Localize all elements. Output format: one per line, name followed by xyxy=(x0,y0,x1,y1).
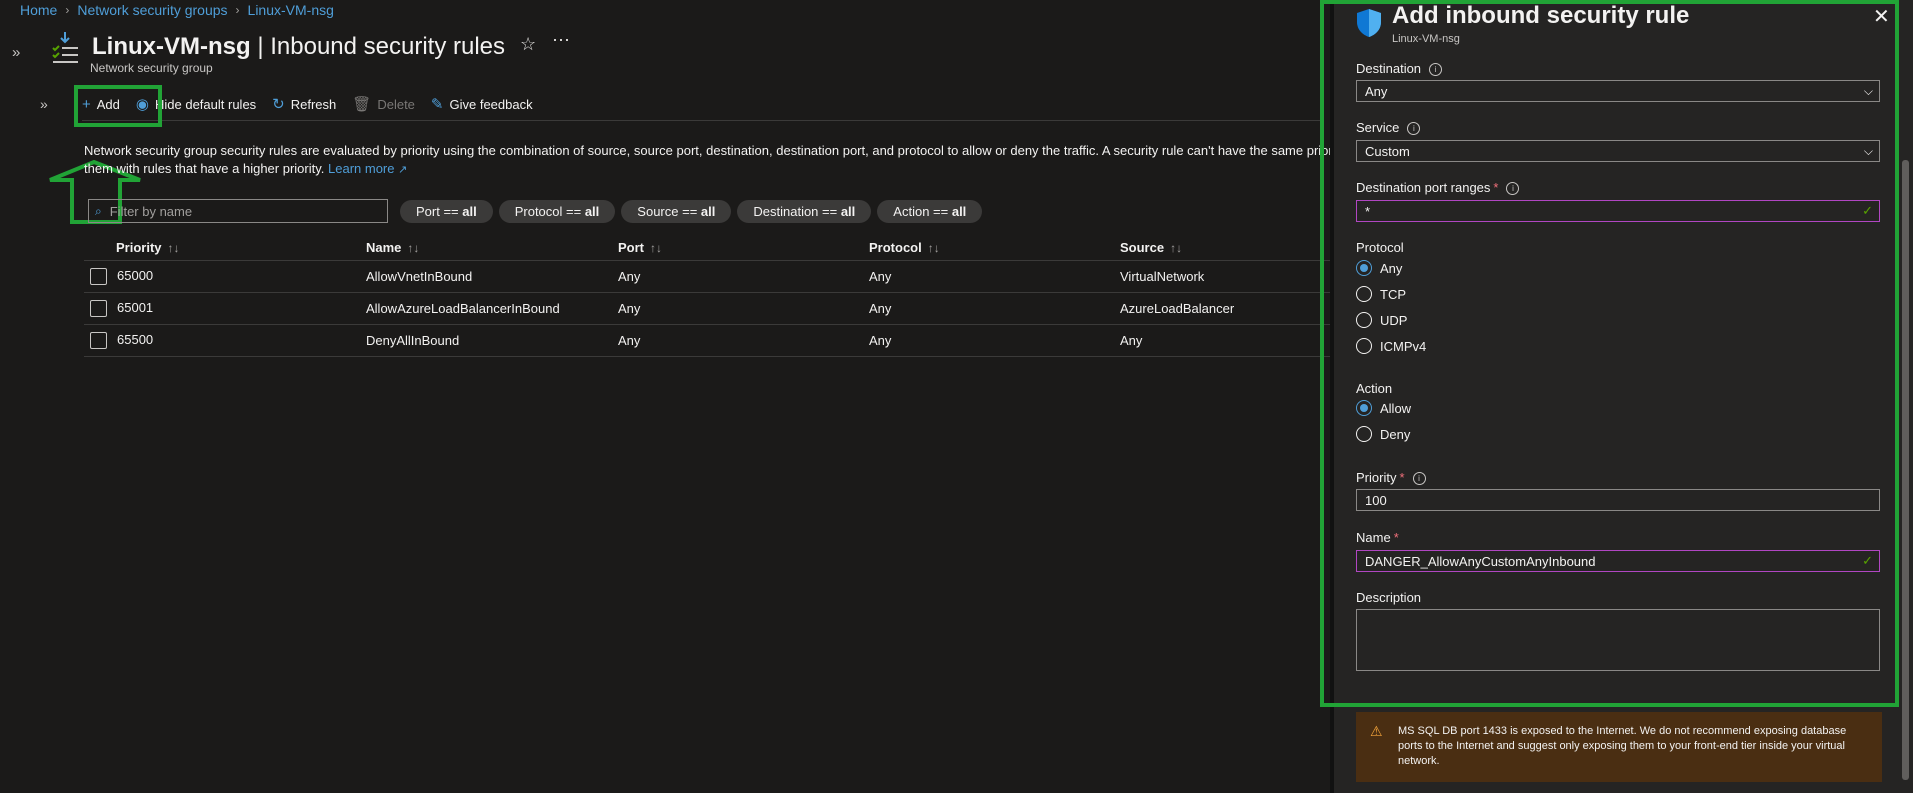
nsg-resource-icon xyxy=(52,32,78,63)
chevron-right-icon: › xyxy=(235,3,240,17)
cell-port: Any xyxy=(618,292,869,325)
breadcrumb-nsg-list[interactable]: Network security groups xyxy=(77,2,227,18)
source-filter-pill[interactable]: Source == all xyxy=(621,199,732,223)
cell-name: AllowAzureLoadBalancerInBound xyxy=(366,292,618,325)
warning-icon: ⚠ xyxy=(1370,723,1383,739)
table-header-row: Priority ↑↓ Name ↑↓ Port ↑↓ Protocol ↑↓ Sour… xyxy=(84,234,1330,261)
sort-icon: ↑↓ xyxy=(927,240,940,255)
column-header-protocol[interactable]: Protocol ↑↓ xyxy=(869,234,1120,261)
panel-scrollbar[interactable] xyxy=(1902,160,1909,780)
action-filter-pill[interactable]: Action == all xyxy=(877,199,983,223)
expand-menu-icon[interactable]: » xyxy=(12,44,20,61)
toolbar-divider xyxy=(82,120,1322,121)
row-checkbox[interactable] xyxy=(90,268,107,286)
warning-banner: ⚠ MS SQL DB port 1433 is exposed to the … xyxy=(1356,712,1882,782)
rules-table: Priority ↑↓ Name ↑↓ Port ↑↓ Protocol ↑↓ Sour… xyxy=(84,234,1330,357)
cell-protocol: Any xyxy=(869,324,1120,357)
hide-default-rules-label: Hide default rules xyxy=(155,96,257,112)
rules-description: Network security group security rules ar… xyxy=(84,142,1334,179)
add-button-highlight xyxy=(74,85,162,127)
filter-bar: ⌕ Port == all Protocol == all Source == … xyxy=(88,199,983,223)
cell-port: Any xyxy=(618,324,869,357)
learn-more-link[interactable]: Learn more xyxy=(328,161,394,176)
delete-label: Delete xyxy=(377,96,415,112)
give-feedback-label: Give feedback xyxy=(449,96,533,112)
table-row[interactable]: 65001 AllowAzureLoadBalancerInBound Any … xyxy=(84,292,1330,325)
warning-text: MS SQL DB port 1433 is exposed to the In… xyxy=(1398,725,1847,767)
row-checkbox[interactable] xyxy=(90,300,107,318)
cell-priority: 65500 xyxy=(117,331,154,347)
cell-protocol: Any xyxy=(869,260,1120,293)
sort-icon: ↑↓ xyxy=(407,240,420,255)
cell-source: AzureLoadBalancer xyxy=(1120,292,1330,325)
cell-source: Any xyxy=(1120,324,1330,357)
breadcrumb: Home › Network security groups › Linux-V… xyxy=(20,2,334,18)
give-feedback-button[interactable]: ✎ Give feedback xyxy=(431,95,533,113)
sort-icon: ↑↓ xyxy=(650,240,662,255)
breadcrumb-nsg[interactable]: Linux-VM-nsg xyxy=(248,2,334,18)
column-header-port[interactable]: Port ↑↓ xyxy=(618,234,869,261)
trash-icon: 🗑 xyxy=(352,96,372,113)
chevron-right-icon: › xyxy=(65,3,70,17)
favorite-star-icon[interactable]: ☆ xyxy=(520,34,536,55)
page-subtitle: Network security group xyxy=(90,61,213,75)
more-options-icon[interactable]: ⋯ xyxy=(552,30,570,51)
cell-priority: 65001 xyxy=(117,299,154,315)
cell-name: DenyAllInBound xyxy=(366,324,618,357)
delete-button[interactable]: 🗑 Delete xyxy=(352,95,415,113)
panel-highlight xyxy=(1320,0,1899,707)
column-header-priority[interactable]: Priority ↑↓ xyxy=(84,234,366,261)
filter-by-name-input[interactable] xyxy=(107,202,362,220)
refresh-label: Refresh xyxy=(290,96,337,112)
cell-source: VirtualNetwork xyxy=(1120,260,1330,293)
port-filter-pill[interactable]: Port == all xyxy=(400,199,493,223)
description-line-2: them with rules that have a higher prior… xyxy=(84,161,408,176)
page-header: Linux-VM-nsg | Inbound security rules xyxy=(50,30,505,64)
description-line-1: Network security group security rules ar… xyxy=(84,143,1334,158)
sort-icon: ↑↓ xyxy=(1170,240,1183,255)
table-row[interactable]: 65000 AllowVnetInBound Any Any VirtualNe… xyxy=(84,260,1330,293)
protocol-filter-pill[interactable]: Protocol == all xyxy=(498,199,616,223)
destination-filter-pill[interactable]: Destination == all xyxy=(737,199,872,223)
row-checkbox[interactable] xyxy=(90,332,107,350)
collapse-chevron-icon[interactable]: » xyxy=(40,96,70,112)
column-header-name[interactable]: Name ↑↓ xyxy=(366,234,618,261)
cell-port: Any xyxy=(618,260,869,293)
sort-icon: ↑↓ xyxy=(167,240,180,255)
column-header-source[interactable]: Source ↑↓ xyxy=(1120,234,1330,261)
cell-protocol: Any xyxy=(869,292,1120,325)
refresh-icon: ↻ xyxy=(272,96,285,113)
refresh-button[interactable]: ↻ Refresh xyxy=(272,95,336,113)
page-title: Linux-VM-nsg | Inbound security rules xyxy=(92,33,506,60)
filter-search-box: ⌕ xyxy=(88,199,388,223)
cell-priority: 65000 xyxy=(117,267,154,283)
cell-name: AllowVnetInBound xyxy=(366,260,618,293)
table-row[interactable]: 65500 DenyAllInBound Any Any Any xyxy=(84,324,1330,357)
search-icon: ⌕ xyxy=(95,203,102,218)
breadcrumb-home[interactable]: Home xyxy=(20,2,57,18)
feedback-icon: ✎ xyxy=(430,96,444,113)
external-link-icon: ↗ xyxy=(398,164,408,176)
